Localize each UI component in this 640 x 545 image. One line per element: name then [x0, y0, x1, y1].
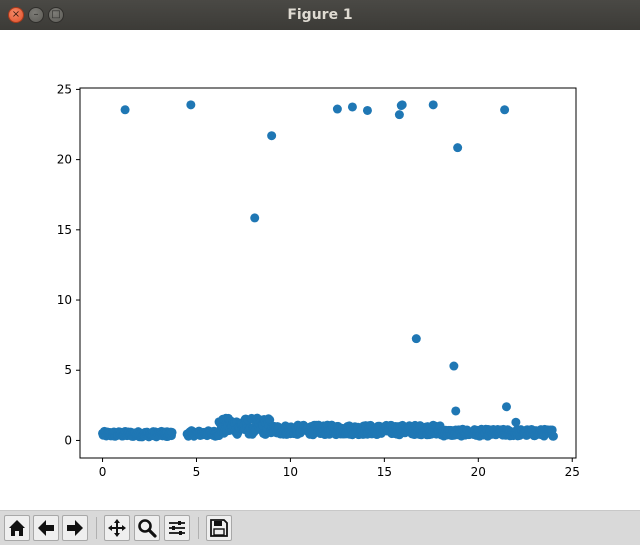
- forward-button[interactable]: [62, 515, 88, 541]
- scatter-point: [453, 143, 463, 153]
- window-titlebar[interactable]: × – □ Figure 1: [0, 0, 640, 30]
- scatter-point: [501, 402, 511, 412]
- scatter-point: [548, 431, 558, 441]
- toolbar-separator: [96, 517, 97, 539]
- scatter-point: [511, 417, 521, 427]
- y-tick-label: 15: [57, 223, 72, 237]
- x-tick-label: 0: [99, 465, 107, 479]
- scatter-points: [98, 100, 558, 442]
- back-button[interactable]: [33, 515, 59, 541]
- scatter-point: [411, 334, 421, 344]
- y-tick-label: 10: [57, 293, 72, 307]
- x-tick-label: 10: [283, 465, 298, 479]
- home-button[interactable]: [4, 515, 30, 541]
- configure-subplots-icon: [169, 521, 185, 535]
- scatter-point: [451, 406, 461, 416]
- zoom-button[interactable]: [134, 515, 160, 541]
- pan-icon: [108, 519, 126, 537]
- x-tick-label: 25: [565, 465, 580, 479]
- back-arrow-icon: [38, 520, 54, 536]
- forward-arrow-icon: [67, 520, 83, 536]
- toolbar-separator: [198, 517, 199, 539]
- x-tick-label: 20: [471, 465, 486, 479]
- configure-subplots-button[interactable]: [164, 515, 190, 541]
- scatter-point: [250, 213, 260, 223]
- scatter-point: [347, 102, 357, 112]
- window-title: Figure 1: [287, 7, 353, 23]
- home-icon: [9, 520, 25, 536]
- scatter-point: [167, 427, 177, 437]
- x-tick-label: 5: [193, 465, 201, 479]
- scatter-point: [397, 100, 407, 110]
- pan-button[interactable]: [104, 515, 130, 541]
- y-tick-label: 0: [64, 433, 72, 447]
- scatter-point: [362, 105, 372, 115]
- y-tick-label: 20: [57, 153, 72, 167]
- scatter-point: [186, 100, 196, 110]
- navigation-toolbar: [0, 510, 640, 545]
- scatter-point: [267, 131, 277, 141]
- figure-canvas[interactable]: 0 5 10 15 20 25 0 5 10 15 20 25: [0, 30, 640, 510]
- scatter-point: [449, 361, 459, 371]
- x-tick-label: 15: [377, 465, 392, 479]
- y-tick-label: 5: [64, 363, 72, 377]
- scatter-point: [428, 100, 438, 110]
- y-tick-label: 25: [57, 82, 72, 96]
- y-axis-ticks: 0 5 10 15 20 25: [57, 82, 80, 447]
- plot-frame: [79, 87, 577, 459]
- x-axis-ticks: 0 5 10 15 20 25: [99, 458, 580, 479]
- scatter-point: [500, 105, 510, 115]
- save-icon: [210, 519, 228, 537]
- scatter-point: [394, 110, 404, 120]
- save-button[interactable]: [206, 515, 232, 541]
- scatter-point: [332, 104, 342, 114]
- scatter-chart: 0 5 10 15 20 25 0 5 10 15 20 25: [57, 82, 580, 479]
- zoom-icon: [138, 519, 157, 538]
- scatter-point: [120, 105, 130, 115]
